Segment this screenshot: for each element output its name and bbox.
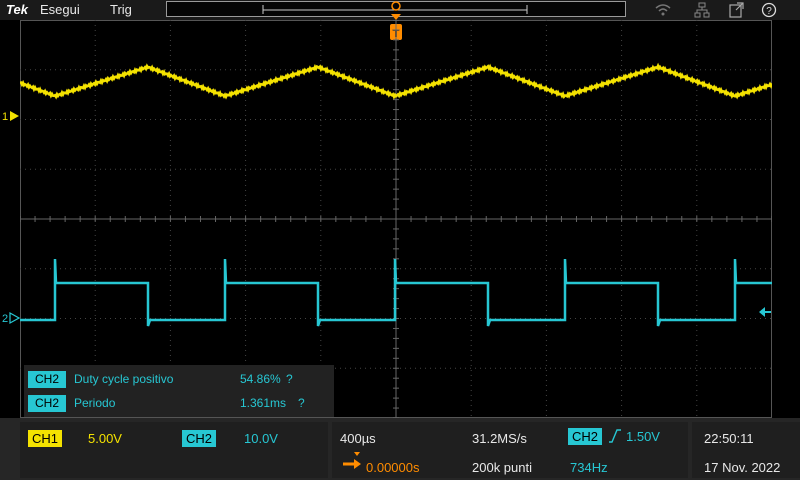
- clock-panel[interactable]: 22:50:11 17 Nov. 2022: [692, 422, 800, 478]
- rising-edge-icon: [609, 429, 621, 443]
- measurement-name: Periodo: [74, 396, 116, 410]
- measurement-row[interactable]: CH2 Periodo 1.361ms ?: [28, 393, 330, 413]
- ch2-offset-marker[interactable]: 2: [0, 310, 22, 326]
- tek-logo: Tek: [6, 2, 28, 17]
- trigger-position-arrow-icon: [343, 452, 361, 469]
- measurement-channel-badge: CH2: [28, 395, 66, 412]
- trigger-level: 1.50V: [626, 429, 660, 444]
- trigger-position: 0.00000s: [366, 460, 420, 475]
- bottom-status-bar: CH1 5.00V CH2 10.0V 400µs 31.2MS/s CH2 1…: [0, 418, 800, 480]
- help-icon[interactable]: ?: [761, 2, 777, 18]
- measurement-results-panel: CH2 Duty cycle positivo 54.86% ? CH2 Per…: [24, 365, 334, 417]
- timebase: 400µs: [340, 431, 376, 446]
- export-icon[interactable]: [728, 2, 744, 18]
- vertical-settings-panel[interactable]: CH1 5.00V CH2 10.0V: [20, 422, 328, 478]
- ch2-scale: 10.0V: [244, 431, 278, 446]
- ch2-marker-label: 2: [2, 313, 8, 325]
- horizontal-trigger-panel[interactable]: 400µs 31.2MS/s CH2 1.50V 0.00000s 200k p…: [332, 422, 688, 478]
- measurement-row[interactable]: CH2 Duty cycle positivo 54.86% ?: [28, 369, 330, 389]
- ch1-badge[interactable]: CH1: [28, 430, 63, 447]
- menu-trig[interactable]: Trig: [110, 2, 132, 17]
- measurement-value: 54.86%: [240, 372, 281, 386]
- ch2-badge[interactable]: CH2: [182, 430, 217, 447]
- ch1-marker-label: 1: [2, 111, 8, 123]
- trigger-source-badge[interactable]: CH2: [568, 428, 603, 445]
- record-length: 200k punti: [472, 460, 532, 475]
- ch1-scale: 5.00V: [88, 431, 122, 446]
- menu-run[interactable]: Esegui: [40, 2, 80, 17]
- network-icon: [694, 2, 710, 18]
- measurement-flag: ?: [298, 396, 305, 410]
- sample-rate: 31.2MS/s: [472, 431, 527, 446]
- svg-text:?: ?: [766, 6, 772, 17]
- ch1-offset-marker[interactable]: 1: [0, 108, 22, 124]
- clock-time: 22:50:11: [704, 431, 754, 446]
- trigger-frequency: 734Hz: [570, 460, 608, 475]
- clock-date: 17 Nov. 2022: [704, 460, 781, 475]
- ch2-waveform: [20, 258, 772, 327]
- measurement-flag: ?: [286, 372, 293, 386]
- measurement-channel-badge: CH2: [28, 371, 66, 388]
- measurement-value: 1.361ms: [240, 396, 287, 410]
- wifi-icon: [655, 4, 671, 16]
- trigger-level-marker[interactable]: [758, 305, 772, 319]
- waveform-display[interactable]: [20, 20, 772, 418]
- measurement-name: Duty cycle positivo: [74, 372, 174, 386]
